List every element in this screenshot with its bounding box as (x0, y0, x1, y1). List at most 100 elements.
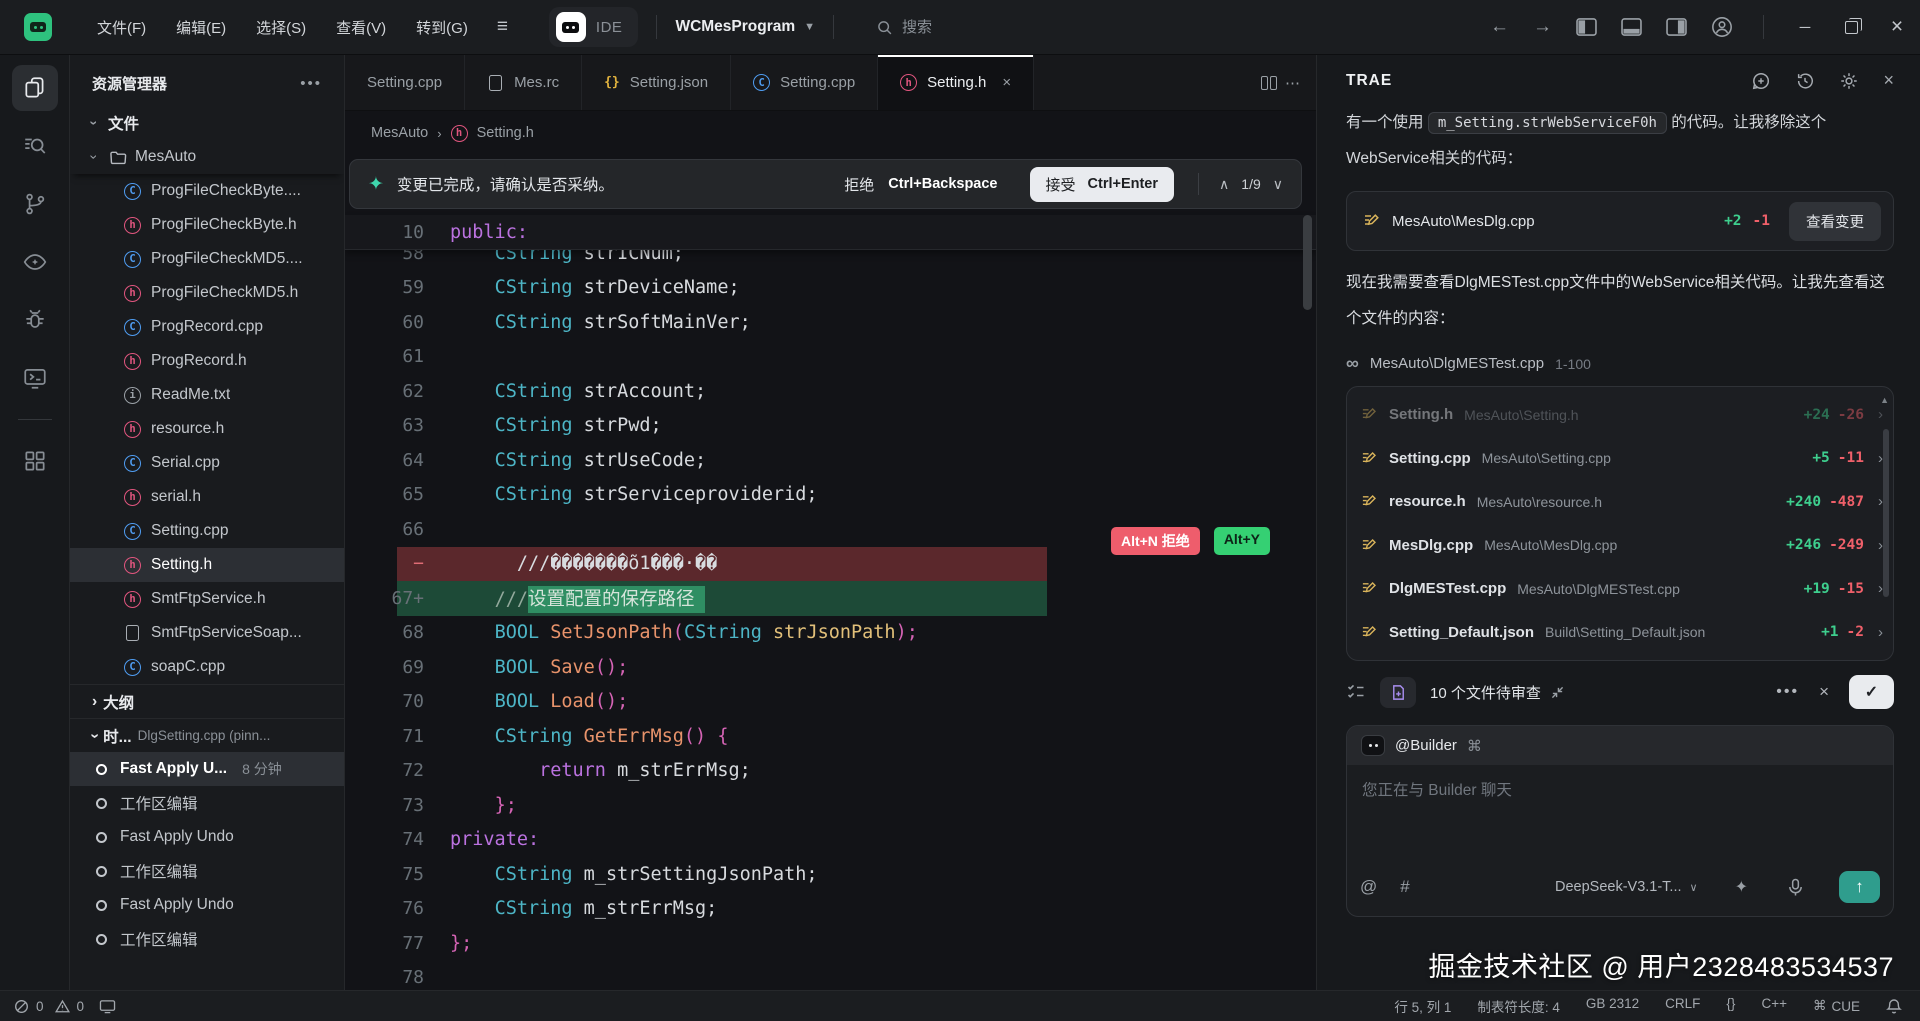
feedback-icon[interactable] (1751, 71, 1771, 91)
timeline-item[interactable]: Fast Apply Undo (70, 820, 344, 854)
nav-back-button[interactable]: ← (1478, 12, 1521, 42)
timeline-item[interactable]: 工作区编辑 (70, 922, 344, 956)
editor-scrollbar[interactable] (1303, 215, 1312, 310)
accept-all-button[interactable]: ✓ (1849, 675, 1894, 709)
status-item[interactable]: C++ (1761, 996, 1787, 1016)
timeline-item[interactable]: 工作区编辑 (70, 786, 344, 820)
warnings-icon[interactable] (55, 999, 70, 1014)
folder-mesauto[interactable]: › MesAuto (70, 140, 344, 174)
status-item[interactable]: 行 5, 列 1 (1394, 996, 1451, 1016)
file-change-card[interactable]: MesAuto\MesDlg.cpp +2 -1 查看变更 (1346, 191, 1894, 251)
send-button[interactable]: ↑ (1839, 871, 1880, 903)
changed-file-row[interactable]: Setting.hMesAuto\Setting.h+24-26› (1361, 393, 1883, 437)
mic-icon[interactable] (1787, 878, 1804, 897)
mention-icon[interactable]: @ (1360, 877, 1377, 897)
file-tree-item[interactable]: CProgFileCheckMD5.... (70, 242, 344, 276)
status-item[interactable]: {} (1726, 996, 1735, 1016)
project-selector[interactable]: WCMesProgram ▼ (675, 18, 815, 36)
reject-button[interactable]: 拒绝 (844, 174, 874, 195)
chat-input[interactable]: 您正在与 Builder 聊天 (1347, 765, 1893, 865)
review-more-icon[interactable]: ••• (1776, 683, 1799, 701)
bell-icon[interactable] (1886, 998, 1902, 1015)
errors-icon[interactable] (14, 999, 29, 1014)
explorer-more-icon[interactable]: ••• (300, 75, 322, 92)
file-tree-item[interactable]: CSerial.cpp (70, 446, 344, 480)
timeline-item[interactable]: 工作区编辑 (70, 854, 344, 888)
menu-item[interactable]: 查看(V) (321, 11, 401, 44)
menu-item[interactable]: 转到(G) (401, 11, 483, 44)
timeline-item[interactable]: Fast Apply Undo (70, 888, 344, 922)
file-tree-item[interactable]: iReadMe.txt (70, 378, 344, 412)
activity-explorer-icon[interactable] (12, 65, 58, 111)
restore-button[interactable] (1828, 7, 1874, 47)
file-tree-item[interactable]: SmtFtpServiceSoap... (70, 616, 344, 650)
menu-item[interactable]: 选择(S) (241, 11, 321, 44)
cue-item[interactable]: ⌘ CUE (1813, 998, 1860, 1014)
nav-forward-button[interactable]: → (1521, 12, 1564, 42)
changed-file-row[interactable]: Setting_Default.jsonBuild\Setting_Defaul… (1361, 611, 1883, 655)
ide-switcher[interactable]: IDE (549, 7, 639, 47)
collapse-icon[interactable] (1551, 686, 1564, 699)
review-doc-icon[interactable] (1380, 677, 1416, 708)
activity-preview-icon[interactable] (12, 239, 58, 285)
activity-extensions-icon[interactable] (12, 438, 58, 484)
toggle-left-sidebar-icon[interactable] (1564, 13, 1609, 41)
timeline-item[interactable]: Fast Apply U...8 分钟 (70, 752, 344, 786)
agent-chip[interactable]: @Builder ⌘ (1347, 726, 1893, 765)
menu-item[interactable]: 编辑(E) (161, 11, 241, 44)
toggle-bottom-panel-icon[interactable] (1609, 13, 1654, 41)
model-selector[interactable]: DeepSeek-V3.1-T... ∨ (1555, 879, 1698, 895)
close-panel-icon[interactable]: × (1883, 70, 1894, 91)
close-button[interactable]: × (1874, 7, 1920, 47)
file-tree-item[interactable]: hSetting.h (70, 548, 344, 582)
changed-file-row[interactable]: MesDlg.cppMesAuto\MesDlg.cpp+246-249› (1361, 524, 1883, 568)
menu-item[interactable]: 文件(F) (82, 11, 161, 44)
activity-source-control-icon[interactable] (12, 181, 58, 227)
changed-file-row[interactable]: Setting.cppMesAuto\Setting.cpp+5-11› (1361, 437, 1883, 481)
changed-file-row[interactable]: resource.hMesAuto\resource.h+240-487› (1361, 480, 1883, 524)
breadcrumb[interactable]: MesAuto › h Setting.h (345, 111, 1316, 155)
file-tree-item[interactable]: CsoapC.cpp (70, 650, 344, 684)
file-tree-item[interactable]: hProgRecord.h (70, 344, 344, 378)
view-changes-button[interactable]: 查看变更 (1789, 202, 1881, 241)
error-count[interactable]: 0 (36, 999, 44, 1014)
scroll-up-icon[interactable]: ▲ (1880, 395, 1889, 405)
file-tree-item[interactable]: hresource.h (70, 412, 344, 446)
file-tree-item[interactable]: hSmtFtpService.h (70, 582, 344, 616)
search-input[interactable] (902, 19, 992, 36)
tab-close-icon[interactable]: × (1002, 74, 1011, 91)
file-tree-item[interactable]: hProgFileCheckMD5.h (70, 276, 344, 310)
toggle-right-sidebar-icon[interactable] (1654, 13, 1699, 41)
alt-reject-badge[interactable]: Alt+N 拒绝 (1111, 527, 1200, 555)
status-item[interactable]: 制表符长度: 4 (1477, 996, 1560, 1016)
global-search[interactable] (876, 19, 992, 36)
tab-setting-json[interactable]: {}Setting.json (582, 55, 731, 110)
chevron-right-icon[interactable]: › (1878, 624, 1883, 641)
activity-search-icon[interactable] (12, 123, 58, 169)
warning-count[interactable]: 0 (77, 999, 85, 1014)
file-tree-item[interactable]: CProgFileCheckByte.... (70, 174, 344, 208)
chevron-right-icon[interactable]: › (1878, 406, 1883, 423)
enhance-icon[interactable]: ✦ (1735, 877, 1748, 897)
status-item[interactable]: CRLF (1665, 996, 1700, 1016)
next-change-icon[interactable]: ∨ (1273, 176, 1283, 193)
file-tree-item[interactable]: CSetting.cpp (70, 514, 344, 548)
file-tree-item[interactable]: hserial.h (70, 480, 344, 514)
section-timeline[interactable]: › 时... DlgSetting.cpp (pinn... (70, 718, 344, 752)
checklist-icon[interactable] (1346, 682, 1366, 702)
alt-accept-badge[interactable]: Alt+Y (1214, 527, 1270, 555)
editor-more-icon[interactable]: ⋯ (1285, 74, 1300, 92)
file-read-row[interactable]: ∞ MesAuto\DlgMESTest.cpp 1-100 (1346, 353, 1894, 374)
tab-mes-rc[interactable]: Mes.rc (465, 55, 582, 110)
tab-setting-cpp[interactable]: CSetting.cpp (731, 55, 878, 110)
code-viewport[interactable]: 58 CString strICNum;59 CString strDevice… (345, 236, 1316, 990)
file-tree-item[interactable]: CProgRecord.cpp (70, 310, 344, 344)
status-item[interactable]: GB 2312 (1586, 996, 1639, 1016)
file-tree-item[interactable]: hProgFileCheckByte.h (70, 208, 344, 242)
prev-change-icon[interactable]: ∧ (1219, 176, 1229, 193)
card-scrollbar[interactable] (1883, 429, 1889, 597)
changed-file-row[interactable]: DlgMESTest.cppMesAuto\DlgMESTest.cpp+19-… (1361, 567, 1883, 611)
ports-icon[interactable] (99, 999, 116, 1014)
context-icon[interactable]: # (1400, 877, 1409, 897)
tab-setting-cpp[interactable]: Setting.cpp (345, 55, 465, 110)
